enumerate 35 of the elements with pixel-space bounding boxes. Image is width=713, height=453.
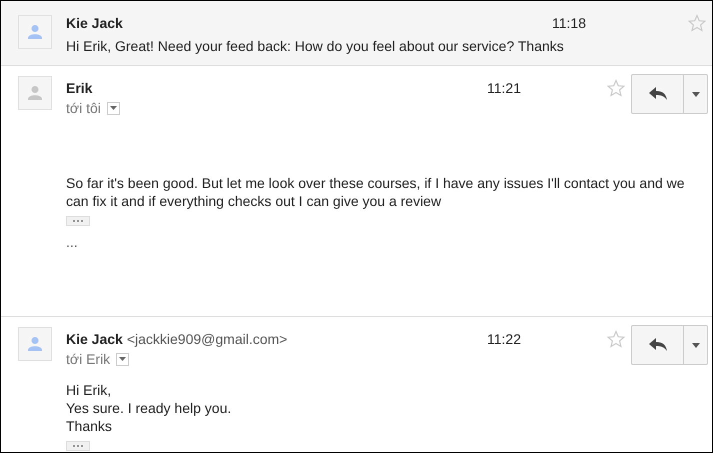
message-text: Yes sure. I ready help you. [66,399,232,417]
caret-icon [692,342,700,348]
message-snippet: Hi Erik, Great! Need your feed back: How do you feel about our service? Thanks [66,38,565,54]
collapsed-message-row[interactable]: Kie Jack 11:18 Hi Erik, Great! Need your feed back: How do you feel about our service? Thanks [1,1,712,66]
details-dropdown[interactable] [116,352,130,366]
details-dropdown[interactable] [106,102,120,114]
message-time: 11:18 [552,15,587,31]
sender-name: Erik [66,80,92,96]
recipient-label: tới Erik [66,351,110,367]
star-icon[interactable] [607,79,625,97]
message-time: 11:21 [487,79,522,96]
reply-icon [648,87,666,101]
caret-icon [119,357,126,361]
dots-icon [71,444,85,448]
sender-name: Kie Jack [66,331,123,347]
show-trimmed-button[interactable] [66,216,90,226]
reply-button[interactable] [631,74,684,114]
more-options-button[interactable] [684,74,708,114]
show-trimmed-button[interactable] [66,441,90,451]
message-text: Thanks [66,417,113,435]
more-options-button[interactable] [684,325,708,365]
quoted-text: ... [66,234,79,250]
sender-name: Kie Jack [66,15,123,31]
reply-button[interactable] [631,325,684,365]
message-text: Hi Erik, [66,381,112,399]
caret-icon [692,92,700,96]
message-text: So far it's been good. But let me look over these courses, if I have any issues I'll contact you and we can fix it and if everything checks out I can give you a review [66,174,686,210]
message-time: 11:22 [487,330,522,347]
star-icon[interactable] [688,14,706,32]
recipient-label: tới tôi [66,100,101,116]
dots-icon [71,219,85,223]
star-icon[interactable] [607,330,625,348]
sender-email: <jackkie909@gmail.com> [126,331,288,347]
caret-icon [110,106,117,110]
reply-icon [648,338,666,352]
